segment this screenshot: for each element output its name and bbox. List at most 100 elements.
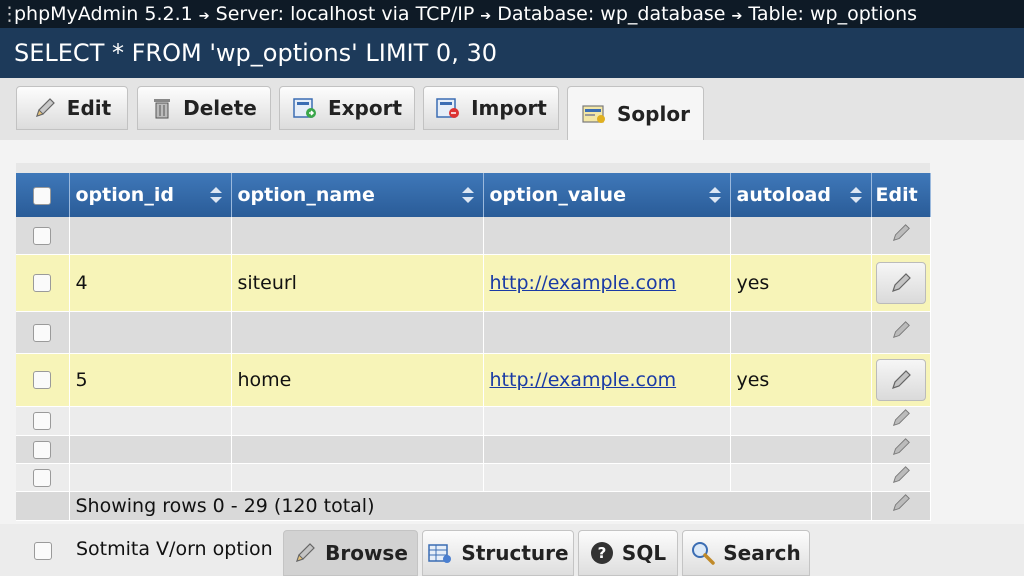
tab-import[interactable]: Import [423, 86, 559, 130]
breadcrumb-database[interactable]: Database: wp_database [497, 3, 725, 25]
pencil-icon[interactable] [890, 407, 912, 429]
trash-icon [154, 99, 171, 119]
sql-query-display: SELECT * FROM 'wp_options' LIMIT 0, 30 [0, 28, 1024, 78]
menu-dots-icon[interactable]: ⋮ [0, 0, 19, 28]
row-checkbox-cell [16, 463, 70, 492]
row-count-text: Showing rows 0 - 29 (120 total) [69, 491, 872, 521]
tab-edit[interactable]: Edit [16, 86, 128, 130]
breadcrumb-server[interactable]: Server: localhost via TCP/IP [216, 3, 475, 25]
results-table: option_id option_name option_value autol… [16, 163, 931, 521]
column-header-option-id[interactable]: option_id [69, 173, 232, 217]
tab-label: Export [327, 96, 403, 120]
cell-option-value [483, 463, 731, 492]
pencil-icon [891, 369, 911, 389]
column-label: autoload [736, 184, 831, 206]
pencil-icon[interactable] [890, 464, 912, 486]
pencil-icon[interactable] [890, 319, 912, 341]
footer-spacer [16, 491, 70, 521]
table-row [16, 463, 931, 492]
tab-export[interactable]: Export [279, 86, 415, 130]
sort-icon[interactable] [849, 186, 863, 204]
edit-cell [871, 435, 931, 464]
arrow-icon: ➔ [198, 9, 210, 24]
table-row [16, 311, 931, 354]
column-label: option_value [489, 184, 626, 206]
breadcrumb-app[interactable]: phpMyAdmin 5.2.1 [14, 3, 193, 25]
pencil-icon[interactable] [890, 436, 912, 458]
help-icon: ? [590, 542, 613, 564]
edit-cell [871, 311, 931, 354]
edit-row-button[interactable] [875, 261, 926, 304]
cell-option-name [231, 463, 484, 492]
cell-option-name [231, 217, 484, 255]
cell-option-name [231, 311, 484, 354]
row-checkbox[interactable] [33, 412, 52, 430]
row-checkbox-cell [16, 217, 70, 255]
row-checkbox[interactable] [33, 440, 52, 459]
table-row [16, 435, 931, 464]
tab-browse[interactable]: Browse [283, 530, 418, 576]
table-footer-row: Showing rows 0 - 29 (120 total) [16, 491, 931, 521]
pencil-icon [891, 272, 911, 292]
edit-cell [871, 217, 931, 255]
edit-cell [871, 463, 931, 492]
cell-option-value [483, 217, 731, 255]
cell-autoload [730, 217, 872, 255]
sort-icon[interactable] [461, 186, 475, 204]
column-label: option_name [237, 184, 375, 206]
search-icon [692, 542, 716, 565]
table-row [16, 217, 931, 255]
tab-label: Delete [183, 96, 257, 120]
pencil-icon[interactable] [890, 222, 912, 244]
row-checkbox-cell [16, 311, 70, 354]
table-row: 5 home http://example.com yes [16, 353, 931, 407]
tab-label: Search [723, 541, 801, 565]
column-label: option_id [75, 184, 174, 206]
row-checkbox[interactable] [33, 323, 52, 342]
column-label: Edit [875, 184, 918, 206]
tab-label: Import [471, 96, 547, 120]
cell-autoload [730, 463, 872, 492]
row-checkbox[interactable] [33, 371, 52, 389]
cell-option-id: 4 [69, 254, 232, 312]
top-tab-bar: Edit Delete Export Import Soplor [0, 78, 1024, 140]
pencil-icon [35, 98, 55, 117]
cell-autoload [730, 406, 872, 436]
cell-option-name [231, 435, 484, 464]
cell-option-id [69, 406, 232, 436]
sort-icon[interactable] [708, 186, 722, 204]
sort-icon[interactable] [209, 186, 223, 204]
cell-option-value [483, 311, 731, 354]
cell-option-id [69, 311, 232, 354]
tab-search[interactable]: Search [682, 530, 810, 576]
tab-structure[interactable]: Structure [422, 530, 574, 576]
option-value-link[interactable]: http://example.com [490, 369, 677, 391]
select-all-checkbox[interactable] [33, 186, 52, 205]
column-header-option-value[interactable]: option_value [483, 173, 731, 217]
pencil-icon[interactable] [890, 492, 912, 514]
cell-option-value [483, 406, 731, 436]
arrow-icon: ➔ [731, 9, 743, 24]
row-checkbox-cell [16, 406, 70, 436]
cell-autoload: yes [730, 254, 872, 312]
breadcrumb: ⋮phpMyAdmin 5.2.1 ➔ Server: localhost via … [0, 0, 1024, 28]
option-value-link[interactable]: http://example.com [490, 272, 677, 294]
breadcrumb-table[interactable]: Table: wp_options [748, 3, 917, 25]
export-icon [293, 98, 316, 118]
table-row [16, 406, 931, 436]
row-checkbox[interactable] [33, 274, 52, 292]
column-header-option-name[interactable]: option_name [231, 173, 484, 217]
edit-row-button[interactable] [875, 358, 926, 401]
select-all-checkbox-cell [16, 173, 70, 217]
row-checkbox-cell [16, 353, 70, 407]
tab-sql-bottom[interactable]: ? SQL [578, 530, 678, 576]
tab-label: Soplor [617, 101, 690, 126]
row-checkbox[interactable] [33, 468, 52, 487]
tab-delete[interactable]: Delete [137, 86, 271, 130]
cell-option-value: http://example.com [483, 353, 731, 407]
edit-cell [871, 254, 931, 312]
row-checkbox[interactable] [33, 226, 52, 245]
tab-sql[interactable]: Soplor [567, 86, 704, 140]
bulk-select-checkbox[interactable] [34, 542, 52, 560]
column-header-autoload[interactable]: autoload [730, 173, 872, 217]
